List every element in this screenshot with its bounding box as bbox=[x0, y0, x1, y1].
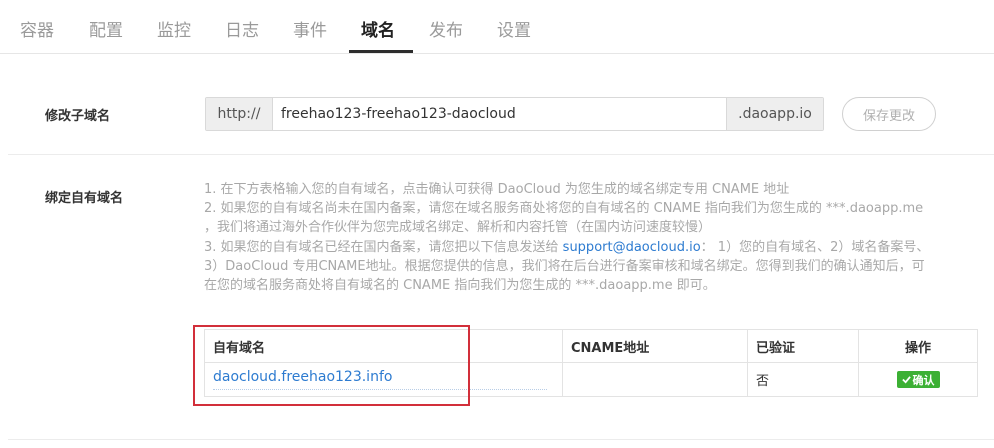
tab-settings[interactable]: 设置 bbox=[497, 16, 531, 41]
subdomain-label: 修改子域名 bbox=[45, 109, 111, 124]
subdomain-input-group: http:// .daoapp.io bbox=[205, 97, 824, 131]
header-action: 操作 bbox=[858, 329, 978, 363]
table-row: daocloud.freehao123.info 否 确认 bbox=[204, 362, 978, 397]
confirm-button[interactable]: 确认 bbox=[896, 371, 940, 388]
instruction-text: ： 1）您的自有域名、2）域名备案号、 bbox=[700, 239, 930, 255]
tab-containers[interactable]: 容器 bbox=[20, 16, 54, 41]
verified-cell: 否 bbox=[747, 362, 859, 397]
section-divider bbox=[8, 439, 994, 440]
custom-domain-label: 绑定自有域名 bbox=[45, 191, 124, 206]
header-verified: 已验证 bbox=[747, 329, 859, 363]
instruction-line: ，我们将通过海外合作伙伴为您完成域名绑定、解析和内容托管（在国内访问速度较慢） bbox=[204, 220, 712, 236]
instruction-line: 在您的域名服务商处将自有域名的 CNAME 指向我们为您生成的 ***.daoa… bbox=[204, 278, 716, 294]
table-header-row: 自有域名 CNAME地址 已验证 操作 bbox=[204, 329, 978, 363]
tab-events[interactable]: 事件 bbox=[293, 16, 327, 41]
tab-monitor[interactable]: 监控 bbox=[157, 16, 191, 41]
instruction-line: 3. 如果您的自有域名已经在国内备案，请您把以下信息发送给 support@da… bbox=[204, 238, 984, 257]
header-domain: 自有域名 bbox=[204, 329, 563, 363]
action-cell: 确认 bbox=[858, 362, 978, 397]
header-cname: CNAME地址 bbox=[562, 329, 748, 363]
instruction-text: 3. 如果您的自有域名已经在国内备案，请您把以下信息发送给 bbox=[204, 239, 563, 255]
cname-cell bbox=[562, 362, 748, 397]
instruction-line: 3）DaoCloud 专用CNAME地址。根据您提供的信息，我们将在后台进行备案… bbox=[204, 258, 925, 274]
domain-cell: daocloud.freehao123.info bbox=[204, 362, 563, 397]
tab-release[interactable]: 发布 bbox=[429, 16, 463, 41]
check-icon bbox=[901, 376, 911, 384]
instruction-line: 2. 如果您的自有域名尚未在国内备案，请您在域名服务商处将您的自有域名的 CNA… bbox=[204, 201, 924, 217]
tab-bar: 容器 配置 监控 日志 事件 域名 发布 设置 bbox=[0, 0, 994, 54]
confirm-label: 确认 bbox=[912, 373, 935, 387]
active-tab-indicator bbox=[349, 50, 413, 53]
subdomain-prefix: http:// bbox=[206, 98, 273, 130]
instruction-line: 1. 在下方表格输入您的自有域名，点击确认可获得 DaoCloud 为您生成的域… bbox=[204, 182, 790, 197]
tab-domain[interactable]: 域名 bbox=[361, 16, 395, 41]
tab-logs[interactable]: 日志 bbox=[225, 16, 259, 41]
domain-link[interactable]: daocloud.freehao123.info bbox=[213, 369, 547, 390]
save-changes-button[interactable]: 保存更改 bbox=[842, 97, 936, 131]
subdomain-input[interactable] bbox=[273, 98, 726, 130]
section-divider bbox=[8, 154, 994, 155]
tab-config[interactable]: 配置 bbox=[89, 16, 123, 41]
support-email-link[interactable]: support@daocloud.io bbox=[563, 240, 701, 255]
custom-domain-table: 自有域名 CNAME地址 已验证 操作 daocloud.freehao123.… bbox=[204, 329, 978, 397]
subdomain-suffix: .daoapp.io bbox=[726, 98, 823, 130]
instructions: 1. 在下方表格输入您的自有域名，点击确认可获得 DaoCloud 为您生成的域… bbox=[204, 180, 984, 295]
